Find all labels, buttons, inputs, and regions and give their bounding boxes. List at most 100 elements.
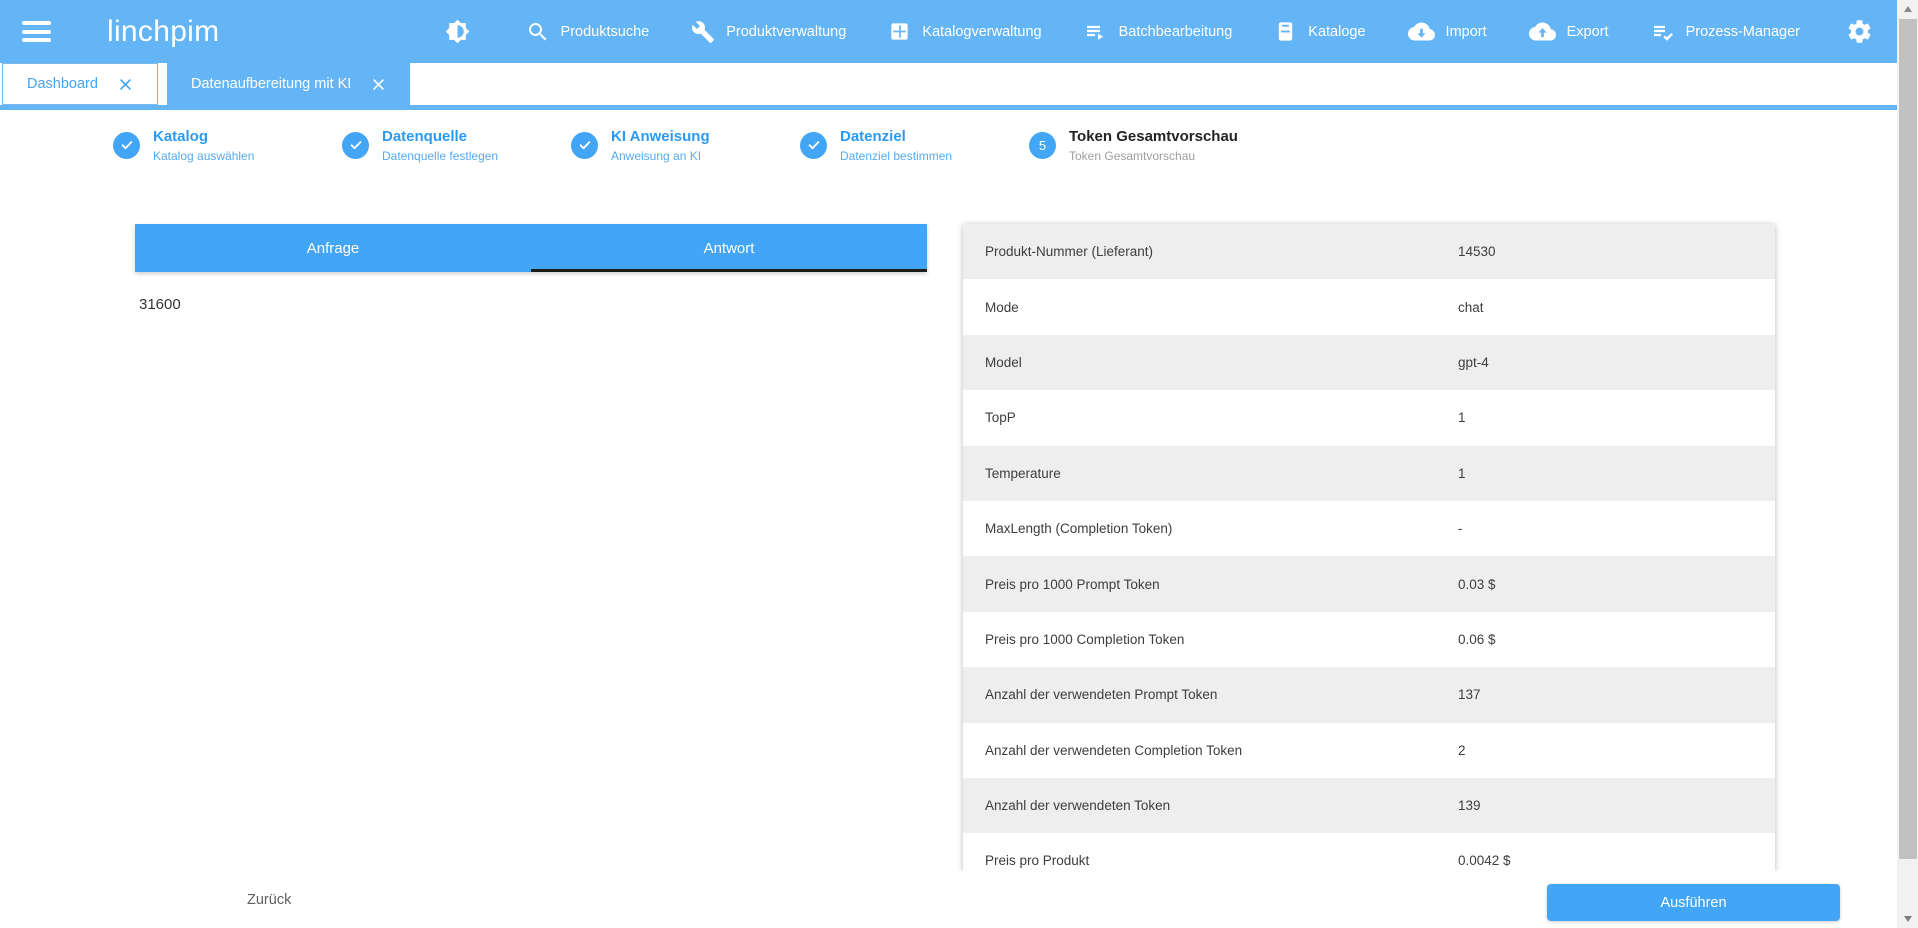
menu-icon[interactable]: [22, 17, 51, 47]
nav-item-kataloge[interactable]: Kataloge: [1274, 20, 1366, 43]
tab-label: Datenaufbereitung mit KI: [190, 76, 352, 92]
cloud-upload-icon: [1528, 18, 1556, 45]
grid-icon: [888, 20, 911, 43]
step-title: Katalog: [153, 127, 209, 145]
nav-label: Katalogverwaltung: [922, 23, 1042, 40]
row-value: 14530: [1458, 244, 1496, 260]
nav-label: Export: [1566, 23, 1609, 40]
nav-item-produktsuche[interactable]: Produktsuche: [526, 20, 650, 44]
row-value: 1: [1458, 410, 1466, 426]
active-tab-indicator: [531, 269, 927, 272]
table-row: Temperature 1: [963, 445, 1775, 501]
table-row: Anzahl der verwendeten Token 139: [963, 777, 1775, 834]
run-button[interactable]: Ausführen: [1547, 884, 1840, 921]
table-row: Mode chat: [963, 279, 1775, 335]
row-value: gpt-4: [1458, 354, 1489, 370]
step-katalog[interactable]: Katalog Katalog auswählen: [113, 128, 342, 163]
app-window: linchpim Produktsuche Produktverwaltung: [0, 0, 1897, 928]
cloud-download-icon: [1407, 18, 1435, 45]
row-label: Anzahl der verwendeten Completion Token: [985, 742, 1243, 758]
tab-dashboard[interactable]: Dashboard: [2, 63, 158, 105]
step-title: Datenziel: [840, 127, 906, 145]
nav-label: Prozess-Manager: [1685, 23, 1800, 40]
close-icon[interactable]: [118, 77, 133, 92]
row-label: Mode: [985, 299, 1019, 315]
scroll-up-arrow-icon[interactable]: [1897, 0, 1918, 18]
row-value: 139: [1458, 798, 1481, 814]
row-value: 0.06 $: [1458, 631, 1496, 647]
step-token-gesamtvorschau[interactable]: 5 Token Gesamtvorschau Token Gesamtvorsc…: [1029, 128, 1238, 163]
table-row: Model gpt-4: [963, 334, 1775, 391]
check-icon: [571, 131, 598, 159]
tab-datenaufbereitung-mit-ki[interactable]: Datenaufbereitung mit KI: [166, 63, 411, 105]
table-row: MaxLength (Completion Token) -: [963, 500, 1775, 557]
check-icon: [342, 131, 369, 159]
nav-item-produktverwaltung[interactable]: Produktverwaltung: [691, 20, 846, 44]
app-logo[interactable]: linchpim: [107, 15, 219, 49]
row-label: Preis pro 1000 Prompt Token: [985, 576, 1160, 592]
page-scrollbar[interactable]: [1897, 0, 1918, 928]
check-icon: [800, 131, 827, 159]
preview-panel: Anfrage Antwort 31600: [135, 224, 927, 337]
row-label: MaxLength (Completion Token): [985, 521, 1173, 537]
step-title: KI Anweisung: [611, 127, 710, 145]
row-label: TopP: [985, 410, 1016, 426]
step-ki-anweisung[interactable]: KI Anweisung Anweisung an KI: [571, 128, 800, 163]
row-value: 0.03 $: [1458, 576, 1496, 592]
preview-panel-tabs: Anfrage Antwort: [135, 224, 927, 272]
row-value: -: [1458, 521, 1463, 537]
nav-label: Produktsuche: [560, 23, 650, 40]
scroll-down-arrow-icon[interactable]: [1897, 910, 1918, 928]
settings-gear-icon[interactable]: [1846, 18, 1873, 45]
row-label: Anzahl der verwendeten Prompt Token: [985, 687, 1218, 703]
document-tab-strip: Dashboard Datenaufbereitung mit KI: [0, 63, 1897, 105]
nav-item-export[interactable]: Export: [1528, 18, 1609, 45]
row-value: 137: [1458, 687, 1481, 703]
brightness-icon[interactable]: [445, 19, 470, 44]
step-datenziel[interactable]: Datenziel Datenziel bestimmen: [800, 128, 1029, 163]
nav-label: Import: [1445, 23, 1487, 40]
main-nav: Produktsuche Produktverwaltung Katalogve…: [445, 18, 1897, 45]
row-label: Produkt-Nummer (Lieferant): [985, 244, 1154, 260]
row-value: 2: [1458, 742, 1466, 758]
check-icon: [113, 131, 140, 159]
list-check-icon: [1651, 20, 1675, 44]
scrollbar-thumb[interactable]: [1898, 19, 1917, 859]
row-label: Temperature: [985, 465, 1061, 481]
row-label: Anzahl der verwendeten Token: [985, 798, 1171, 814]
step-title: Datenquelle: [382, 127, 468, 145]
preview-content: 31600: [139, 296, 181, 313]
nav-item-katalogverwaltung[interactable]: Katalogverwaltung: [888, 20, 1042, 43]
table-row: Preis pro Produkt 0.0042 $: [963, 833, 1775, 871]
step-subtitle: Katalog auswählen: [153, 148, 255, 163]
nav-item-prozess-manager[interactable]: Prozess-Manager: [1651, 20, 1800, 44]
step-subtitle: Datenquelle festlegen: [382, 148, 499, 163]
row-value: chat: [1458, 299, 1484, 315]
table-row: Anzahl der verwendeten Prompt Token 137: [963, 667, 1775, 723]
row-label: Preis pro Produkt: [985, 853, 1090, 869]
row-label: Preis pro 1000 Completion Token: [985, 631, 1185, 647]
nav-item-import[interactable]: Import: [1407, 18, 1487, 45]
app-bar: linchpim Produktsuche Produktverwaltung: [0, 0, 1897, 63]
step-subtitle: Token Gesamtvorschau: [1069, 148, 1196, 163]
nav-label: Produktverwaltung: [726, 23, 847, 40]
wizard-stepper: Katalog Katalog auswählen Datenquelle Da…: [0, 110, 1238, 180]
tab-antwort[interactable]: Antwort: [531, 224, 927, 272]
back-button[interactable]: Zurück: [224, 882, 314, 918]
table-row: Anzahl der verwendeten Completion Token …: [963, 722, 1775, 778]
tab-label: Antwort: [703, 239, 755, 257]
table-row: Preis pro 1000 Completion Token 0.06 $: [963, 611, 1775, 668]
table-row: TopP 1: [963, 390, 1775, 446]
wizard-footer: Zurück Ausführen: [0, 871, 1897, 928]
catalog-book-icon: [1274, 20, 1297, 43]
row-value: 1: [1458, 465, 1466, 481]
tab-anfrage[interactable]: Anfrage: [135, 224, 531, 272]
table-row: Produkt-Nummer (Lieferant) 14530: [963, 224, 1775, 280]
nav-label: Batchbearbeitung: [1118, 23, 1233, 40]
tab-label: Anfrage: [306, 239, 360, 257]
wrench-icon: [691, 20, 715, 44]
step-datenquelle[interactable]: Datenquelle Datenquelle festlegen: [342, 128, 571, 163]
nav-item-batchbearbeitung[interactable]: Batchbearbeitung: [1084, 20, 1233, 44]
close-icon[interactable]: [371, 77, 386, 92]
token-details-table: Produkt-Nummer (Lieferant) 14530 Mode ch…: [963, 224, 1775, 871]
